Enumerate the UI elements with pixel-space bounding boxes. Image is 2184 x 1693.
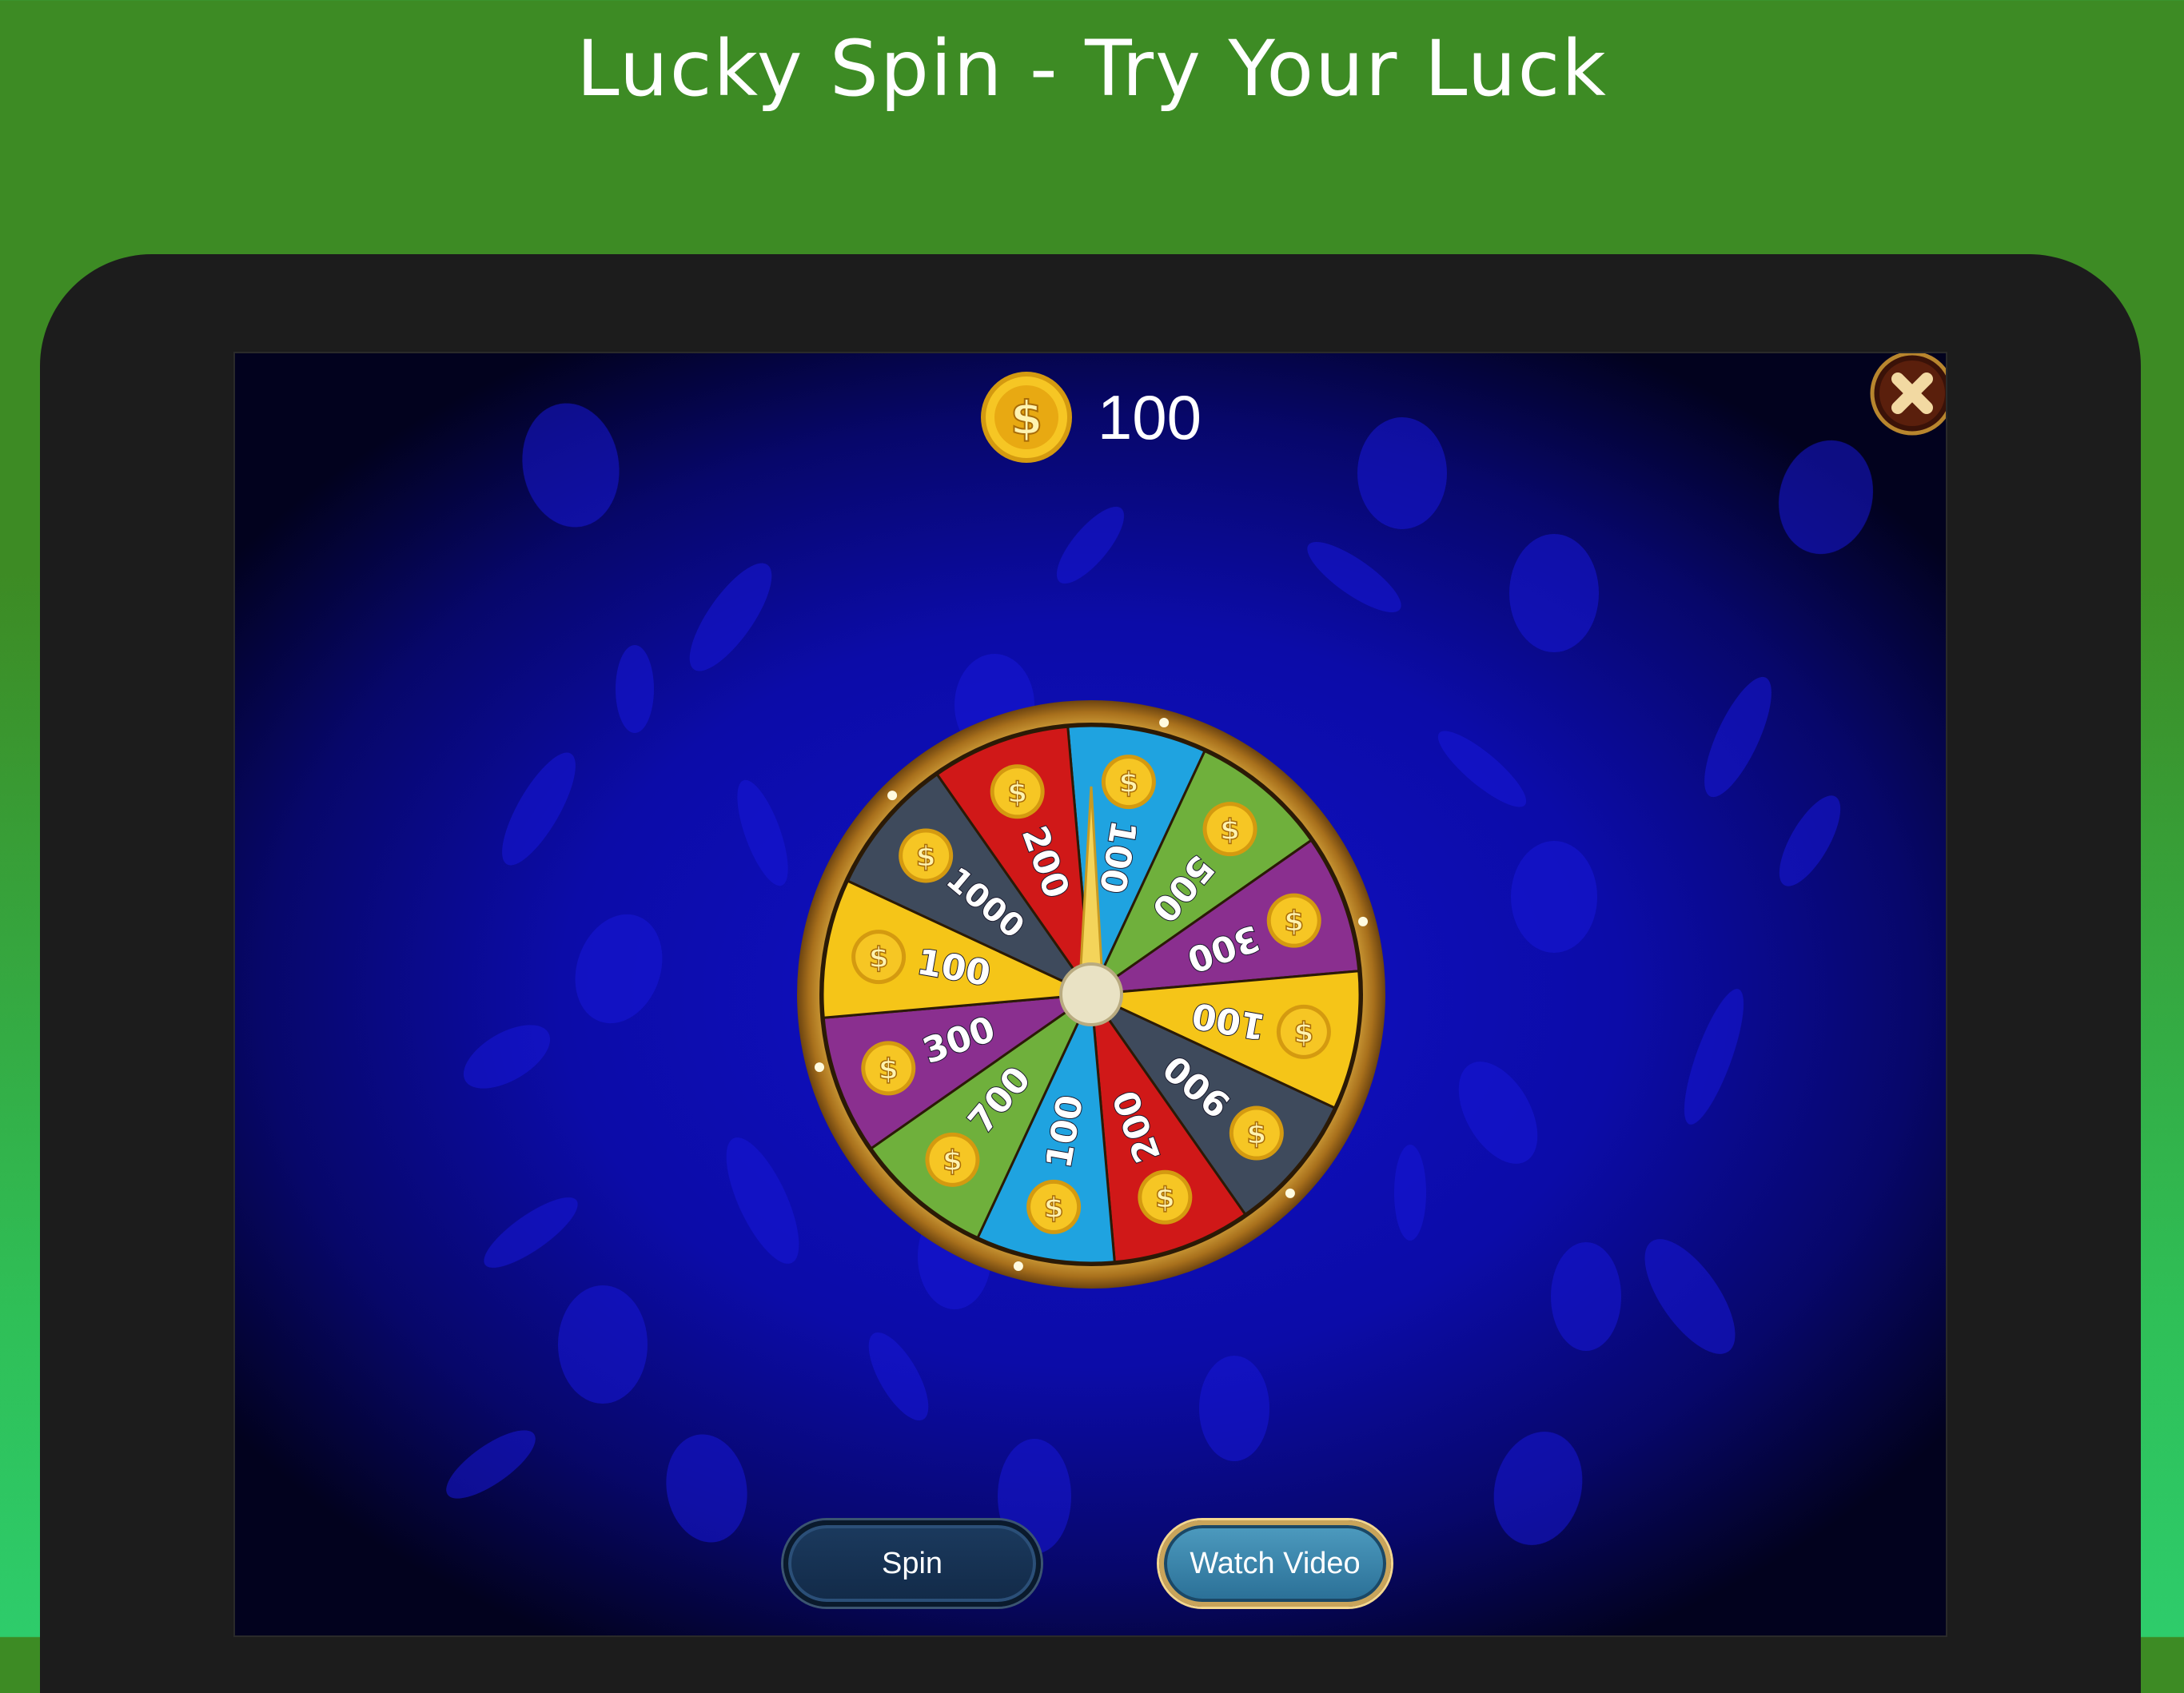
svg-text:$: $: [1155, 1182, 1175, 1215]
svg-text:$: $: [1293, 1017, 1313, 1050]
segment-coin-icon: $: [1229, 1105, 1284, 1161]
svg-text:$: $: [943, 1145, 962, 1177]
rim-light: [1285, 1188, 1295, 1198]
rim-light: [814, 1062, 824, 1073]
svg-text:$: $: [1044, 1192, 1064, 1225]
segment-coin-icon: $: [1101, 755, 1156, 810]
game-screen: $ 100 $100 $500 $300 $100 $900 $200 $100 $700 $3…: [233, 352, 1947, 1637]
spin-button[interactable]: Spin: [783, 1520, 1041, 1607]
segment-coin-icon: $: [861, 1041, 916, 1096]
watch-video-button[interactable]: Watch Video: [1159, 1520, 1391, 1607]
wheel-hub: [1059, 962, 1123, 1026]
segment-coin-icon: $: [1202, 802, 1257, 857]
balance-amount: 100: [1097, 381, 1202, 452]
close-button[interactable]: [1869, 352, 1947, 436]
svg-text:$: $: [1010, 391, 1042, 445]
segment-coin-icon: $: [1026, 1179, 1082, 1234]
rim-light: [887, 791, 898, 801]
svg-text:$: $: [1118, 767, 1138, 799]
rim-light: [1358, 916, 1369, 926]
svg-text:$: $: [916, 840, 936, 873]
svg-text:$: $: [869, 942, 889, 974]
rim-light: [1159, 717, 1170, 727]
coin-balance: $ 100: [235, 369, 1946, 465]
segment-coin-icon: $: [925, 1132, 980, 1187]
segment-coin-icon: $: [851, 930, 907, 985]
svg-text:$: $: [879, 1053, 899, 1086]
svg-text:$: $: [1220, 814, 1240, 846]
segment-coin-icon: $: [899, 828, 954, 883]
segment-coin-icon: $: [1266, 893, 1321, 948]
svg-text:$: $: [1246, 1118, 1266, 1151]
page-title: Lucky Spin - Try Your Luck: [576, 24, 1608, 114]
rim-light: [1013, 1261, 1023, 1272]
svg-text:$: $: [1007, 776, 1027, 809]
dollar-coin-icon: $: [980, 372, 1072, 463]
segment-coin-icon: $: [1276, 1004, 1331, 1059]
segment-coin-icon: $: [1138, 1169, 1193, 1225]
prize-wheel[interactable]: $100 $500 $300$100$900$200$100$700$ 300$ 100…: [795, 699, 1387, 1290]
segment-coin-icon: $: [990, 764, 1045, 819]
svg-text:$: $: [1284, 906, 1304, 938]
